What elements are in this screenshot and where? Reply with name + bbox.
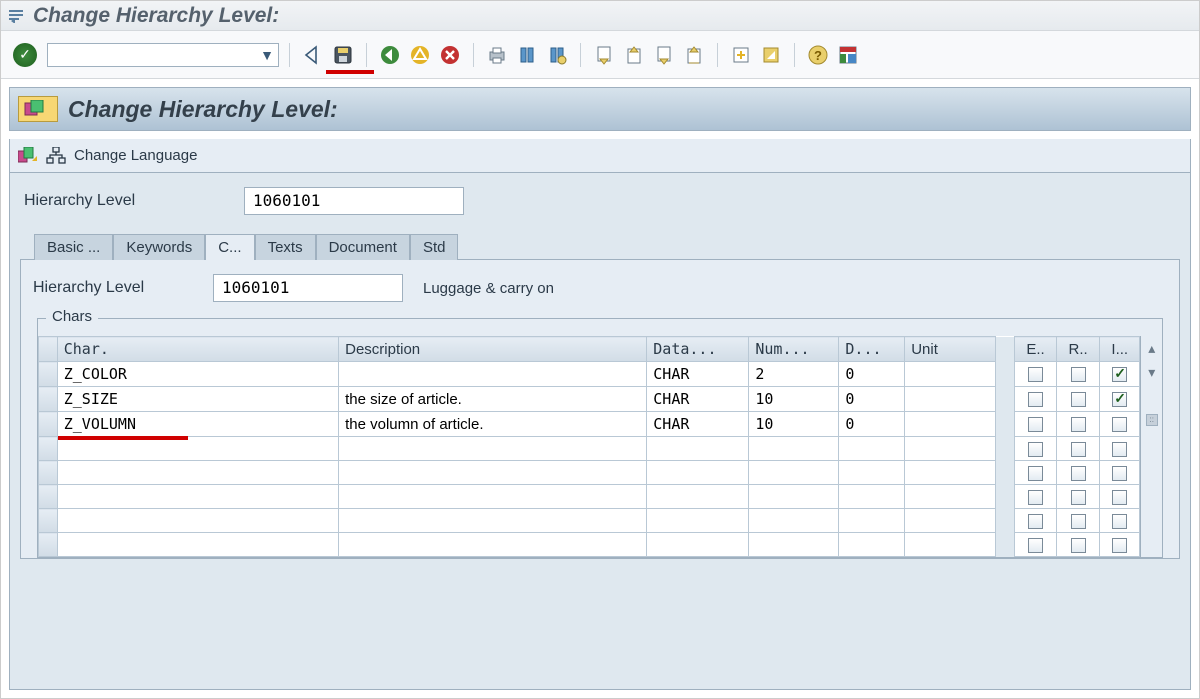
table-scrollbar[interactable]: ▴ ▾ ::: [1140, 336, 1162, 557]
scroll-up-icon[interactable]: ▴: [1145, 340, 1159, 356]
checkbox[interactable]: [1112, 538, 1127, 553]
tab-std[interactable]: Std: [410, 234, 459, 260]
find-next-button[interactable]: [544, 42, 570, 68]
checkbox[interactable]: [1071, 442, 1086, 457]
panel-hierarchy-input[interactable]: 1060101: [213, 274, 403, 302]
checkbox[interactable]: [1071, 417, 1086, 432]
change-language-button[interactable]: Change Language: [74, 147, 197, 164]
hierarchy-input[interactable]: 1060101: [244, 187, 464, 215]
app-window: Change Hierarchy Level: ✓ ▼: [0, 0, 1200, 699]
table-row[interactable]: [39, 485, 1140, 509]
table-row[interactable]: Z_VOLUMNthe volumn of article.CHAR100: [39, 412, 1140, 437]
col-desc[interactable]: Description: [339, 337, 647, 362]
tab-document[interactable]: Document: [316, 234, 410, 260]
hierarchy-field-row: Hierarchy Level 1060101: [10, 187, 1190, 215]
chars-table[interactable]: Char. Description Data... Num... D... Un…: [38, 336, 1140, 557]
other-object-icon[interactable]: [18, 147, 38, 165]
back-button[interactable]: [300, 42, 326, 68]
table-row[interactable]: [39, 461, 1140, 485]
checkbox[interactable]: [1071, 367, 1086, 382]
panel-hierarchy-desc: Luggage & carry on: [423, 280, 554, 297]
checkbox[interactable]: [1028, 367, 1043, 382]
window-title: Change Hierarchy Level:: [33, 4, 279, 28]
tab-chars[interactable]: C...: [205, 234, 254, 260]
tab-basic[interactable]: Basic ...: [34, 234, 113, 260]
checkbox[interactable]: [1071, 490, 1086, 505]
table-row[interactable]: Z_SIZEthe size of article.CHAR100: [39, 387, 1140, 412]
checkbox[interactable]: [1071, 538, 1086, 553]
menu-icon[interactable]: [9, 9, 25, 23]
checkbox[interactable]: [1112, 417, 1127, 432]
system-toolbar: ✓ ▼: [1, 31, 1199, 79]
checkbox[interactable]: [1112, 490, 1127, 505]
checkbox[interactable]: [1112, 442, 1127, 457]
chars-box-title: Chars: [46, 308, 98, 325]
col-d[interactable]: D...: [839, 337, 905, 362]
checkbox[interactable]: [1028, 490, 1043, 505]
print-button[interactable]: [484, 42, 510, 68]
col-e[interactable]: E..: [1015, 337, 1057, 362]
hierarchy-label: Hierarchy Level: [24, 192, 244, 210]
tabstrip: Basic ... Keywords C... Texts Document S…: [10, 231, 1190, 259]
checkbox[interactable]: [1028, 442, 1043, 457]
checkbox[interactable]: [1112, 466, 1127, 481]
hierarchy-icon[interactable]: [46, 147, 66, 165]
checkbox[interactable]: [1071, 514, 1086, 529]
svg-text:?: ?: [814, 48, 822, 63]
checkbox[interactable]: [1028, 417, 1043, 432]
checkbox[interactable]: [1028, 392, 1043, 407]
table-row[interactable]: [39, 509, 1140, 533]
shortcut-button[interactable]: [758, 42, 784, 68]
page-header: Change Hierarchy Level:: [9, 87, 1191, 131]
next-page-button[interactable]: [651, 42, 677, 68]
checkbox[interactable]: [1112, 514, 1127, 529]
layout-button[interactable]: [835, 42, 861, 68]
col-num[interactable]: Num...: [749, 337, 839, 362]
content-area: Hierarchy Level 1060101 Basic ... Keywor…: [9, 173, 1191, 690]
col-char[interactable]: Char.: [57, 337, 338, 362]
prev-page-button[interactable]: [621, 42, 647, 68]
panel-hierarchy-label: Hierarchy Level: [33, 279, 213, 297]
table-row[interactable]: [39, 437, 1140, 461]
table-row[interactable]: [39, 533, 1140, 557]
cancel-button[interactable]: [437, 42, 463, 68]
app-toolbar: Change Language: [9, 139, 1191, 173]
checkbox[interactable]: [1028, 466, 1043, 481]
titlebar: Change Hierarchy Level:: [1, 1, 1199, 31]
tab-panel: Hierarchy Level 1060101 Luggage & carry …: [20, 259, 1180, 559]
last-page-button[interactable]: [681, 42, 707, 68]
checkbox[interactable]: [1071, 392, 1086, 407]
checkbox[interactable]: [1112, 392, 1127, 407]
col-data[interactable]: Data...: [647, 337, 749, 362]
new-session-button[interactable]: [728, 42, 754, 68]
help-button[interactable]: ?: [805, 42, 831, 68]
annotation-underline: [326, 70, 374, 74]
exit-button[interactable]: [407, 42, 433, 68]
back-round-button[interactable]: [377, 42, 403, 68]
first-page-button[interactable]: [591, 42, 617, 68]
checkbox[interactable]: [1071, 466, 1086, 481]
save-button[interactable]: [330, 42, 356, 68]
checkbox[interactable]: [1028, 514, 1043, 529]
scroll-down-icon[interactable]: ▾: [1145, 364, 1159, 380]
command-field[interactable]: ▼: [47, 43, 279, 67]
col-r[interactable]: R..: [1057, 337, 1100, 362]
find-button[interactable]: [514, 42, 540, 68]
page-icon: [18, 96, 58, 122]
col-i[interactable]: I...: [1100, 337, 1140, 362]
page-title: Change Hierarchy Level:: [68, 96, 338, 123]
enter-button[interactable]: ✓: [13, 43, 37, 67]
tab-texts[interactable]: Texts: [255, 234, 316, 260]
chars-groupbox: Chars Char. Description Data... Num... D…: [37, 318, 1163, 558]
scroll-handle-icon[interactable]: ::: [1146, 414, 1158, 426]
tab-keywords[interactable]: Keywords: [113, 234, 205, 260]
col-unit[interactable]: Unit: [905, 337, 996, 362]
checkbox[interactable]: [1028, 538, 1043, 553]
checkbox[interactable]: [1112, 367, 1127, 382]
table-row[interactable]: Z_COLORCHAR20: [39, 362, 1140, 387]
